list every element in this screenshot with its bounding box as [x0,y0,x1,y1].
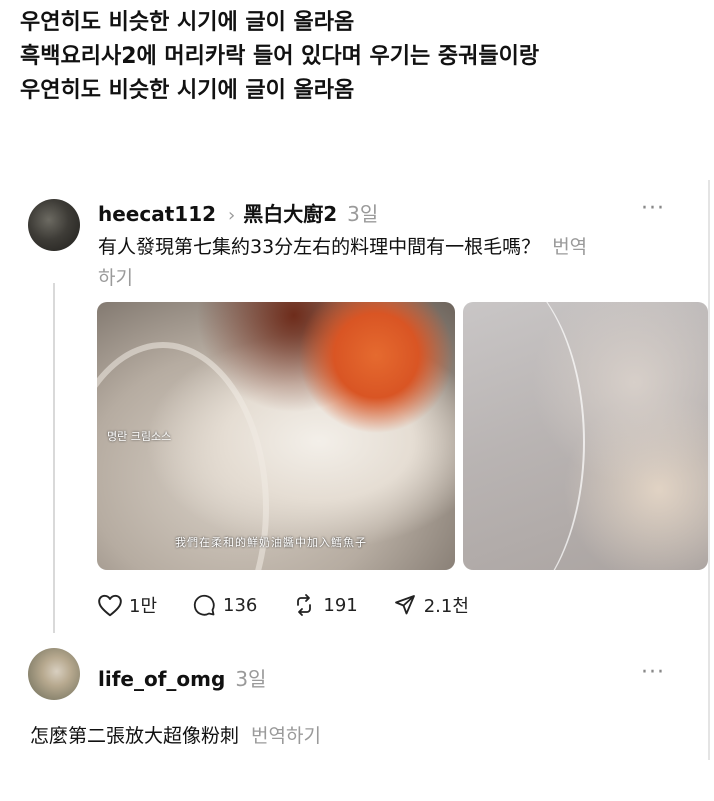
post1-time: 3일 [347,202,379,226]
post1-actions: 1만 136 191 2.1천 [97,592,503,618]
repost-count: 191 [323,594,358,616]
post1-image-2[interactable] [463,302,708,570]
post1-text: 有人發現第七集約33分左右的料理中間有一根毛嗎？ 번역하기 [98,232,598,294]
send-icon [394,595,415,615]
post2-text: 怎麼第二張放大超像粉刺 번역하기 [30,722,321,750]
intro-line-3: 우연히도 비슷한 시기에 글이 올라옴 [20,78,355,103]
post1-body: 有人發現第七集約33分左右的料理中間有一根毛嗎？ [98,236,541,258]
avatar-life-of-omg[interactable] [28,648,80,700]
image1-caption-chinese: 我們在柔和的鮮奶油醬中加入鱈魚子 [175,536,367,549]
post1-image-1[interactable]: 명란 크림소스 我們在柔和的鮮奶油醬中加入鱈魚子 [97,302,455,570]
post1-username[interactable]: heecat112 [98,202,216,226]
like-count: 1만 [129,596,158,617]
post2-time: 3일 [235,667,267,691]
avatar-heecat112[interactable] [28,199,80,251]
intro-line-2: 흑백요리사2에 머리카락 들어 있다며 우기는 중궈들이랑 [20,44,540,69]
comment-button[interactable]: 136 [191,593,257,617]
chevron-right-icon: › [228,205,236,226]
post2-header: life_of_omg 3일 [98,663,266,692]
comment-bubble-icon [193,594,215,616]
like-button[interactable]: 1만 [97,592,157,618]
post2-body: 怎麼第二張放大超像粉刺 [30,725,240,747]
share-count: 2.1천 [423,596,469,617]
comment-count: 136 [223,594,258,616]
intro-text: 우연히도 비슷한 시기에 글이 올라옴 흑백요리사2에 머리카락 들어 있다며 … [20,6,539,108]
post2-translate-link[interactable]: 번역하기 [251,725,321,747]
repost-button[interactable]: 191 [291,593,358,617]
more-icon[interactable]: ··· [641,196,665,221]
post2-username[interactable]: life_of_omg [98,667,225,691]
image1-caption-korean: 명란 크림소스 [107,430,172,443]
share-button[interactable]: 2.1천 [392,592,469,618]
thread-line [53,283,55,633]
post1-header: heecat112 › 黑白大廚2 3일 [98,198,378,227]
heart-icon [98,594,122,617]
repost-icon [297,594,312,616]
intro-line-1: 우연히도 비슷한 시기에 글이 올라옴 [20,10,355,35]
post1-community[interactable]: 黑白大廚2 [243,198,337,227]
more-icon[interactable]: ··· [641,660,665,685]
screenshot-edge [708,180,710,760]
